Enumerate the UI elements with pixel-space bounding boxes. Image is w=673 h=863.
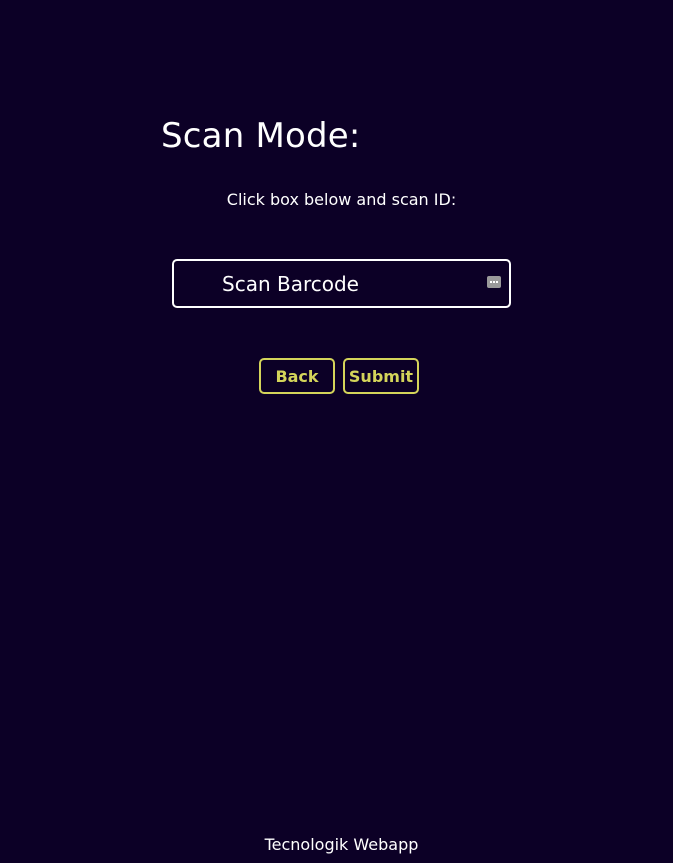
page-title: Scan Mode: xyxy=(161,116,361,156)
more-dots-icon[interactable] xyxy=(487,276,501,288)
submit-button[interactable]: Submit xyxy=(343,358,419,394)
scan-field-container[interactable] xyxy=(172,259,511,308)
scan-instruction: Click box below and scan ID: xyxy=(226,190,457,209)
scan-barcode-input[interactable] xyxy=(222,261,472,306)
footer-text: Tecnologik Webapp xyxy=(264,835,419,854)
back-button[interactable]: Back xyxy=(259,358,335,394)
